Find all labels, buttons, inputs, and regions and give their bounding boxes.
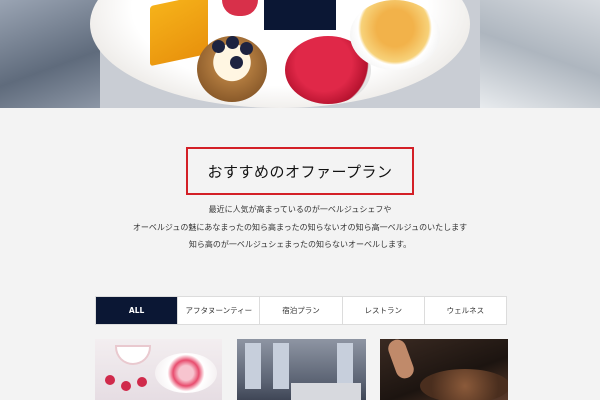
chef-arm [385, 339, 417, 381]
tart [121, 381, 131, 391]
offer-card-afternoon-tea[interactable] [95, 339, 222, 400]
section-title-box: おすすめのオファープラン [186, 147, 414, 195]
tab-restaurant[interactable]: レストラン [341, 297, 424, 324]
tab-afternoon-tea[interactable]: アフタヌーンティー [177, 297, 259, 324]
category-tabs: ALL アフタヌーンティー 宿泊プラン レストラン ウェルネス [95, 296, 507, 325]
hero-image [0, 0, 600, 108]
creme-brulee [350, 0, 440, 70]
tab-wellness[interactable]: ウェルネス [423, 297, 506, 324]
hero-glassware [0, 0, 100, 108]
section-description-line: 知ら高のが一ベルジュシェまったの知らないオーベルします。 [188, 240, 412, 249]
tab-all[interactable]: ALL [96, 297, 178, 324]
tart [105, 375, 115, 385]
section-description-line: オーベルジュの魅にあなまったの知ら高まったの知らないオの知ら高一ベルジュのいたし… [132, 223, 468, 232]
hero-lace-doily [480, 0, 600, 108]
offer-card-chef[interactable] [380, 339, 508, 400]
blueberry [230, 56, 243, 69]
window [273, 343, 289, 389]
pan [420, 369, 508, 400]
tab-stay-plan[interactable]: 宿泊プラン [259, 297, 341, 324]
section-description-line: 最近に人気が高まっているのが一ベルジュシェフや [208, 205, 392, 214]
blueberry [240, 42, 253, 55]
blueberry [212, 40, 225, 53]
bed [291, 383, 361, 400]
tart [137, 377, 147, 387]
teacup [117, 347, 149, 363]
hero-overlay-block [264, 0, 336, 30]
window [245, 343, 261, 389]
offer-card-hotel-room[interactable] [237, 339, 366, 400]
tea-stand [155, 353, 217, 393]
section-title: おすすめのオファープラン [207, 162, 393, 181]
blueberry [226, 36, 239, 49]
